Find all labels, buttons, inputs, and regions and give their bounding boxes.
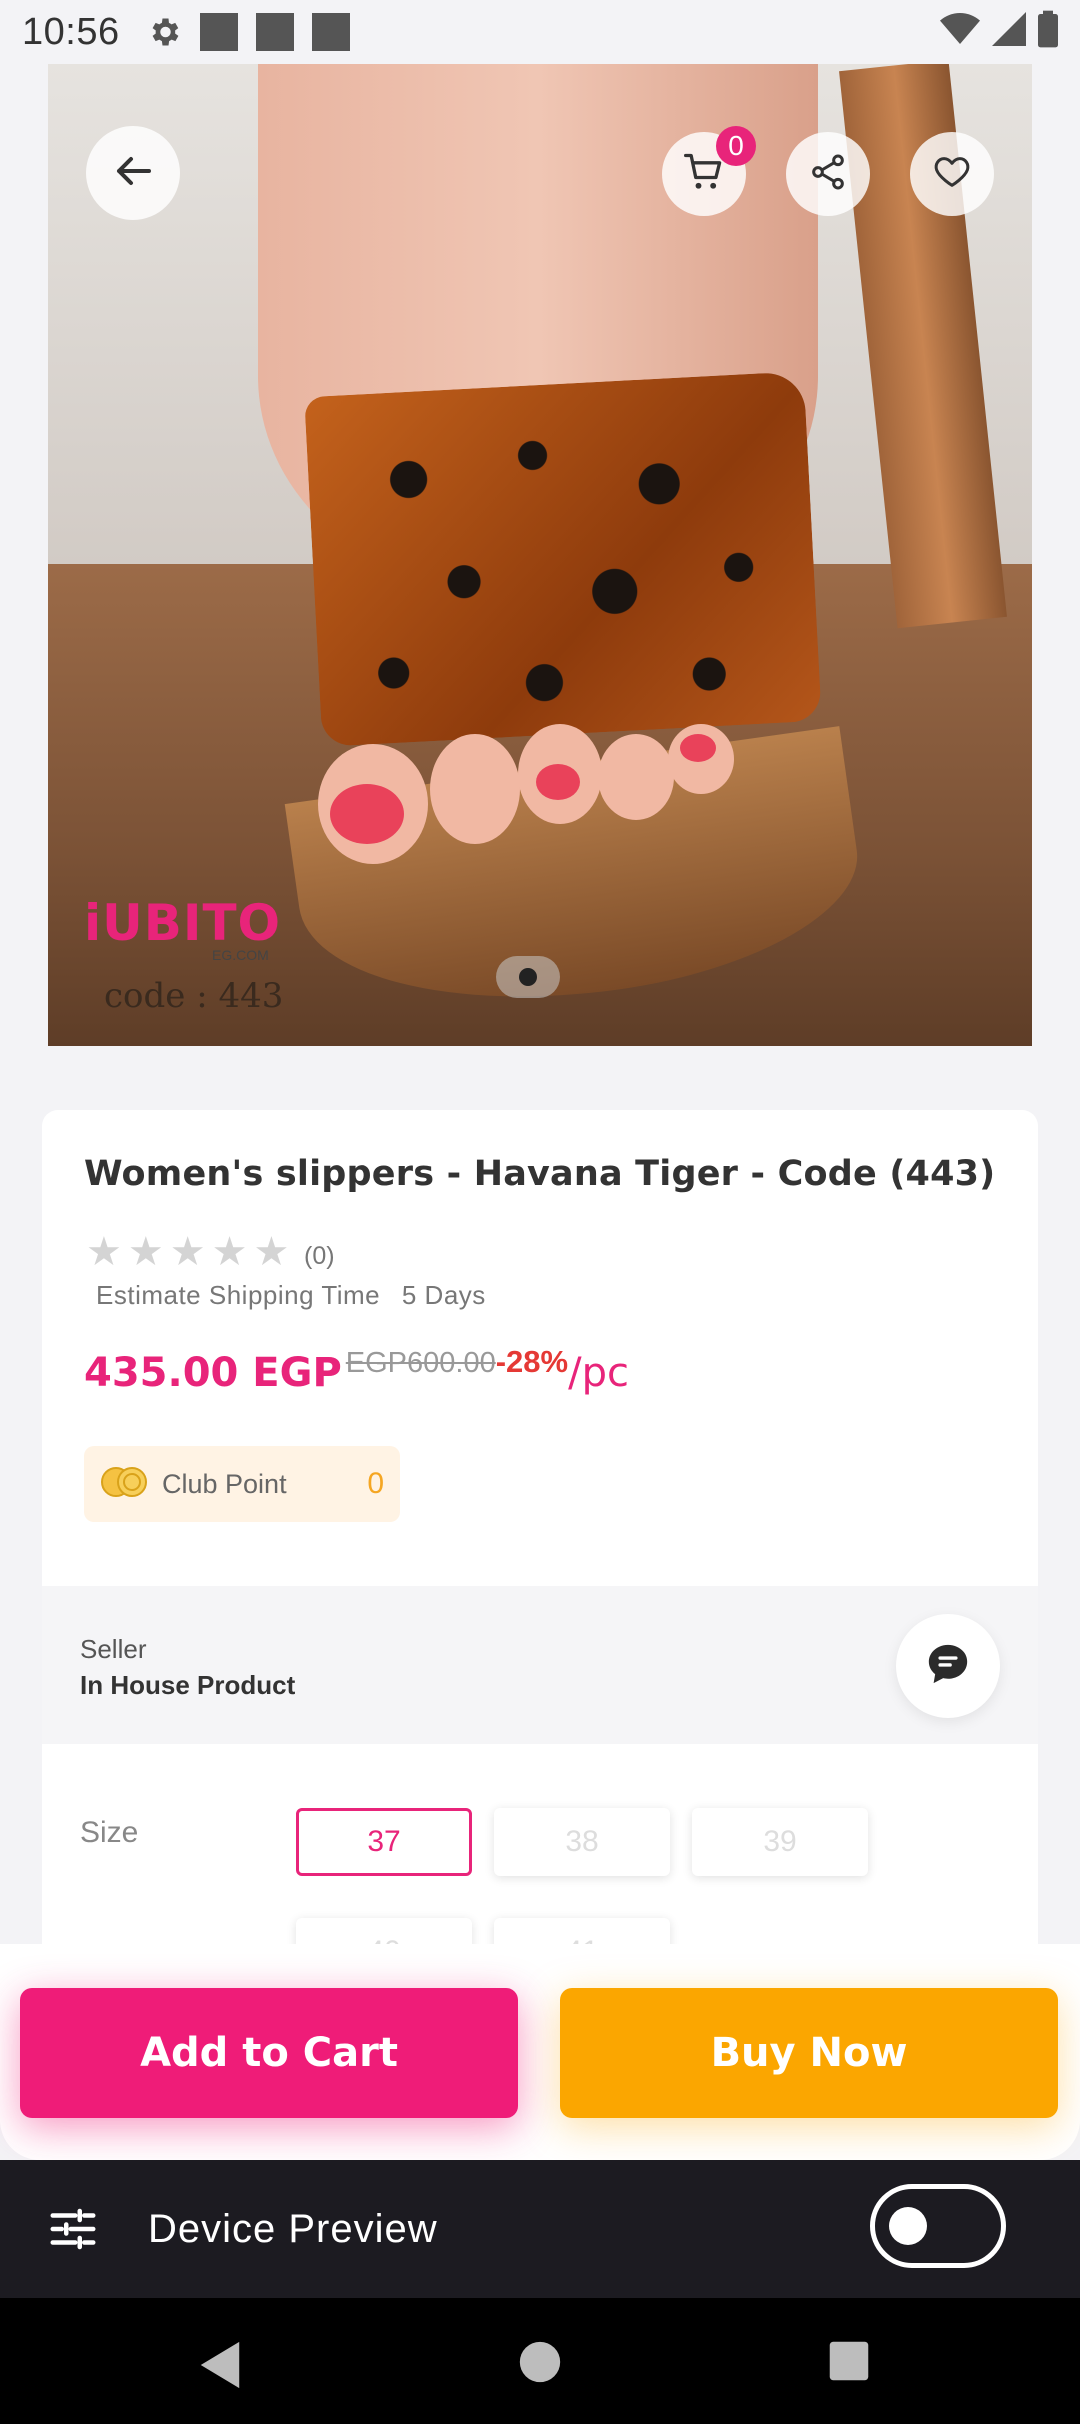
add-to-cart-button[interactable]: Add to Cart	[20, 1988, 518, 2118]
status-time: 10:56	[22, 10, 120, 53]
star-icon: ★	[169, 1230, 206, 1274]
wifi-icon	[940, 11, 980, 52]
status-bar: 10:56	[0, 0, 1080, 64]
buy-now-button[interactable]: Buy Now	[560, 1988, 1058, 2118]
carousel-indicator[interactable]	[496, 956, 560, 998]
back-button[interactable]	[86, 126, 180, 220]
nav-back-icon	[196, 2340, 244, 2395]
notification-icon	[311, 13, 350, 51]
club-point-label: Club Point	[162, 1468, 287, 1499]
image-toes	[318, 724, 738, 874]
nav-recents-button[interactable]	[828, 2340, 870, 2387]
rating-count: (0)	[304, 1242, 335, 1270]
signal-icon	[992, 11, 1026, 52]
seller-section: Seller In House Product	[42, 1586, 1038, 1744]
product-title: Women's slippers - Havana Tiger - Code (…	[84, 1154, 996, 1194]
shipping-value: 5 Days	[401, 1280, 486, 1310]
original-price: EGP600.00	[345, 1347, 496, 1379]
seller-label: Seller	[80, 1634, 147, 1664]
star-icon: ★	[86, 1230, 122, 1274]
cart-count-badge: 0	[716, 126, 756, 166]
image-leopard-strap	[304, 371, 822, 747]
rating-stars: ★ ★ ★ ★ ★	[86, 1232, 289, 1272]
toggle-knob	[889, 2207, 927, 2245]
star-icon: ★	[253, 1230, 290, 1274]
size-label: Size	[80, 1816, 139, 1849]
bottom-action-bar: Add to Cart Buy Now	[0, 1944, 1080, 2160]
club-point-box: Club Point 0	[84, 1446, 400, 1522]
device-preview-toggle[interactable]	[870, 2184, 1006, 2268]
cart-button[interactable]: 0	[662, 126, 756, 216]
nav-home-icon	[518, 2340, 562, 2389]
price-row: 435.00 EGP EGP600.00 -28% /pc	[84, 1344, 629, 1396]
seller-name[interactable]: In House Product	[80, 1670, 295, 1701]
notification-icon	[255, 13, 294, 51]
star-icon: ★	[211, 1230, 248, 1274]
chat-icon	[925, 1641, 971, 1692]
carousel-dot-active	[519, 968, 537, 986]
nav-back-button[interactable]	[196, 2340, 244, 2395]
sliders-icon[interactable]	[46, 2202, 100, 2261]
coins-icon	[100, 1465, 150, 1504]
shipping-estimate: Estimate Shipping Time 5 Days	[96, 1280, 486, 1311]
heart-icon	[932, 152, 972, 197]
back-arrow-icon	[109, 147, 157, 200]
star-icon: ★	[127, 1230, 164, 1274]
size-option-39[interactable]: 39	[692, 1808, 868, 1876]
discount-badge: -28%	[495, 1344, 569, 1379]
wishlist-button[interactable]	[910, 132, 994, 216]
settings-icon	[146, 14, 182, 50]
share-button[interactable]	[786, 132, 870, 216]
size-option-37[interactable]: 37	[296, 1808, 472, 1876]
brand-logo: iUBITO	[84, 894, 282, 952]
product-code-watermark: code : 443	[104, 976, 284, 1016]
product-image[interactable]: iUBITO EG.COM code : 443 0	[48, 64, 1032, 1046]
device-preview-label: Device Preview	[148, 2206, 438, 2251]
share-icon	[808, 152, 848, 197]
brand-logo-sub: EG.COM	[212, 947, 269, 963]
price-unit: /pc	[568, 1350, 629, 1396]
system-nav-bar	[0, 2298, 1080, 2424]
nav-recents-icon	[828, 2340, 870, 2387]
club-point-value: 0	[367, 1467, 384, 1500]
device-preview-bar: Device Preview	[0, 2160, 1080, 2298]
size-option-38[interactable]: 38	[494, 1808, 670, 1876]
current-price: 435.00 EGP	[84, 1350, 342, 1396]
battery-icon	[1038, 10, 1058, 53]
nav-home-button[interactable]	[518, 2340, 562, 2389]
shipping-label: Estimate Shipping Time	[96, 1280, 381, 1310]
chat-button[interactable]	[896, 1614, 1000, 1718]
notification-icon	[199, 13, 238, 51]
